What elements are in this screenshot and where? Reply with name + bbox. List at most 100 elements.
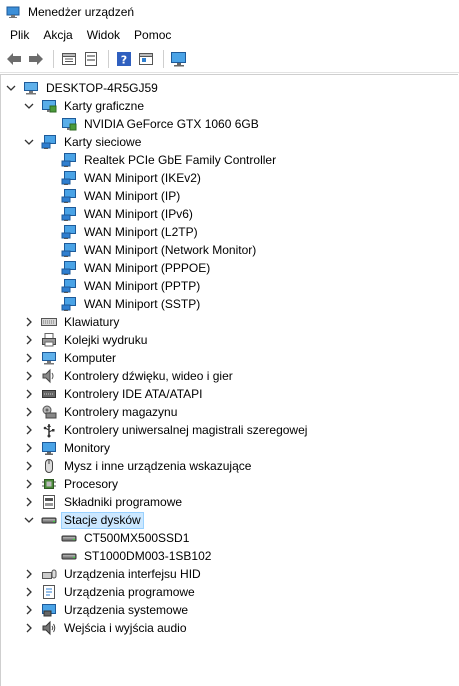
tree-category-label: Monitory: [64, 440, 111, 455]
svg-text:?: ?: [121, 54, 127, 67]
chevron-down-icon[interactable]: [23, 136, 35, 148]
tree-root-label: DESKTOP-4R5GJ59: [46, 80, 158, 95]
chevron-right-icon[interactable]: [23, 568, 35, 580]
network-adapter-icon: [61, 188, 77, 204]
menu-action[interactable]: Akcja: [37, 26, 78, 44]
device-tree: DESKTOP-4R5GJ59 Karty graficzne NVIDIA GeF…: [0, 74, 458, 686]
chevron-down-icon[interactable]: [23, 514, 35, 526]
disk-drive-icon: [61, 548, 77, 564]
tree-category[interactable]: Kolejki wydruku: [23, 331, 150, 349]
show-hidden-icon[interactable]: [81, 49, 101, 69]
chevron-right-icon[interactable]: [23, 586, 35, 598]
tree-category[interactable]: Komputer: [23, 349, 119, 367]
tree-device[interactable]: WAN Miniport (IP): [43, 187, 183, 205]
mouse-icon: [41, 458, 57, 474]
tree-category[interactable]: Procesory: [23, 475, 121, 493]
keyboard-icon: [41, 314, 57, 330]
back-icon[interactable]: [4, 49, 24, 69]
chevron-right-icon[interactable]: [23, 622, 35, 634]
tree-category[interactable]: Urządzenia interfejsu HID: [23, 565, 204, 583]
disk-drive-icon: [41, 512, 57, 528]
hid-icon: [41, 566, 57, 582]
chevron-right-icon[interactable]: [23, 370, 35, 382]
tree-device-label: WAN Miniport (IPv6): [84, 206, 193, 221]
speaker-icon: [41, 368, 57, 384]
system-device-icon: [41, 602, 57, 618]
audio-io-icon: [41, 620, 57, 636]
tree-category-label: Mysz i inne urządzenia wskazujące: [64, 458, 252, 473]
toolbar-separator: [163, 50, 164, 68]
processor-icon: [41, 476, 57, 492]
tree-device[interactable]: ST1000DM003-1SB102: [43, 547, 214, 565]
menu-help[interactable]: Pomoc: [128, 26, 177, 44]
chevron-down-icon[interactable]: [5, 82, 17, 94]
tree-category[interactable]: Monitory: [23, 439, 113, 457]
monitor-icon: [41, 440, 57, 456]
properties-icon[interactable]: [59, 49, 79, 69]
tree-category[interactable]: Urządzenia programowe: [23, 583, 198, 601]
tree-category[interactable]: Wejścia i wyjścia audio: [23, 619, 190, 637]
tree-category-label: Urządzenia programowe: [64, 584, 195, 599]
tree-device[interactable]: WAN Miniport (L2TP): [43, 223, 201, 241]
tree-device-label: NVIDIA GeForce GTX 1060 6GB: [84, 116, 259, 131]
chevron-right-icon[interactable]: [23, 424, 35, 436]
window-title: Menedżer urządzeń: [28, 5, 135, 19]
menu-file[interactable]: Plik: [4, 26, 35, 44]
tree-category[interactable]: Kontrolery uniwersalnej magistrali szere…: [23, 421, 310, 439]
tree-device[interactable]: WAN Miniport (PPPOE): [43, 259, 213, 277]
chevron-right-icon[interactable]: [23, 406, 35, 418]
tree-device-label: WAN Miniport (PPPOE): [84, 260, 211, 275]
tree-category-label: Kontrolery magazynu: [64, 404, 178, 419]
tree-device[interactable]: CT500MX500SSD1: [43, 529, 192, 547]
chevron-right-icon[interactable]: [23, 316, 35, 328]
tree-category[interactable]: Urządzenia systemowe: [23, 601, 191, 619]
tree-category-label: Kontrolery IDE ATA/ATAPI: [64, 386, 203, 401]
network-adapter-icon: [41, 134, 57, 150]
tree-category-label: Karty sieciowe: [64, 134, 142, 149]
tree-category[interactable]: Mysz i inne urządzenia wskazujące: [23, 457, 254, 475]
tree-device[interactable]: WAN Miniport (SSTP): [43, 295, 203, 313]
software-component-icon: [41, 494, 57, 510]
tree-device-label: WAN Miniport (Network Monitor): [84, 242, 257, 257]
network-adapter-icon: [61, 296, 77, 312]
tree-category[interactable]: Składniki programowe: [23, 493, 185, 511]
menu-view[interactable]: Widok: [81, 26, 126, 44]
tree-device-label: CT500MX500SSD1: [84, 530, 190, 545]
tree-device[interactable]: WAN Miniport (Network Monitor): [43, 241, 259, 259]
tree-category-label: Komputer: [64, 350, 117, 365]
chevron-right-icon[interactable]: [23, 388, 35, 400]
view-icon[interactable]: [136, 49, 156, 69]
chevron-right-icon[interactable]: [23, 352, 35, 364]
printer-icon: [41, 332, 57, 348]
chevron-right-icon[interactable]: [23, 442, 35, 454]
tree-category[interactable]: Karty graficzne: [23, 97, 147, 115]
tree-category[interactable]: Klawiatury: [23, 313, 122, 331]
chevron-right-icon[interactable]: [23, 604, 35, 616]
tree-device[interactable]: WAN Miniport (IPv6): [43, 205, 196, 223]
computer-icon: [41, 350, 57, 366]
network-adapter-icon: [61, 242, 77, 258]
chevron-right-icon[interactable]: [23, 478, 35, 490]
tree-category-label: Kolejki wydruku: [64, 332, 148, 347]
chevron-right-icon[interactable]: [23, 334, 35, 346]
monitor-scan-icon[interactable]: [169, 49, 189, 69]
tree-category[interactable]: Kontrolery magazynu: [23, 403, 180, 421]
tree-category[interactable]: Kontrolery IDE ATA/ATAPI: [23, 385, 206, 403]
tree-category[interactable]: Stacje dysków: [23, 511, 144, 529]
tree-category[interactable]: Karty sieciowe: [23, 133, 144, 151]
tree-root[interactable]: DESKTOP-4R5GJ59: [5, 79, 161, 97]
display-adapter-icon: [41, 98, 57, 114]
tree-category[interactable]: Kontrolery dźwięku, wideo i gier: [23, 367, 236, 385]
tree-device[interactable]: Realtek PCIe GbE Family Controller: [43, 151, 279, 169]
tree-device-label: Realtek PCIe GbE Family Controller: [84, 152, 277, 167]
tree-device-label: WAN Miniport (L2TP): [84, 224, 198, 239]
chevron-right-icon[interactable]: [23, 460, 35, 472]
tree-device[interactable]: NVIDIA GeForce GTX 1060 6GB: [43, 115, 262, 133]
chevron-down-icon[interactable]: [23, 100, 35, 112]
title-bar: Menedżer urządzeń: [0, 0, 459, 24]
forward-icon[interactable]: [26, 49, 46, 69]
chevron-right-icon[interactable]: [23, 496, 35, 508]
tree-device[interactable]: WAN Miniport (PPTP): [43, 277, 203, 295]
tree-device[interactable]: WAN Miniport (IKEv2): [43, 169, 204, 187]
help-icon[interactable]: ?: [114, 49, 134, 69]
